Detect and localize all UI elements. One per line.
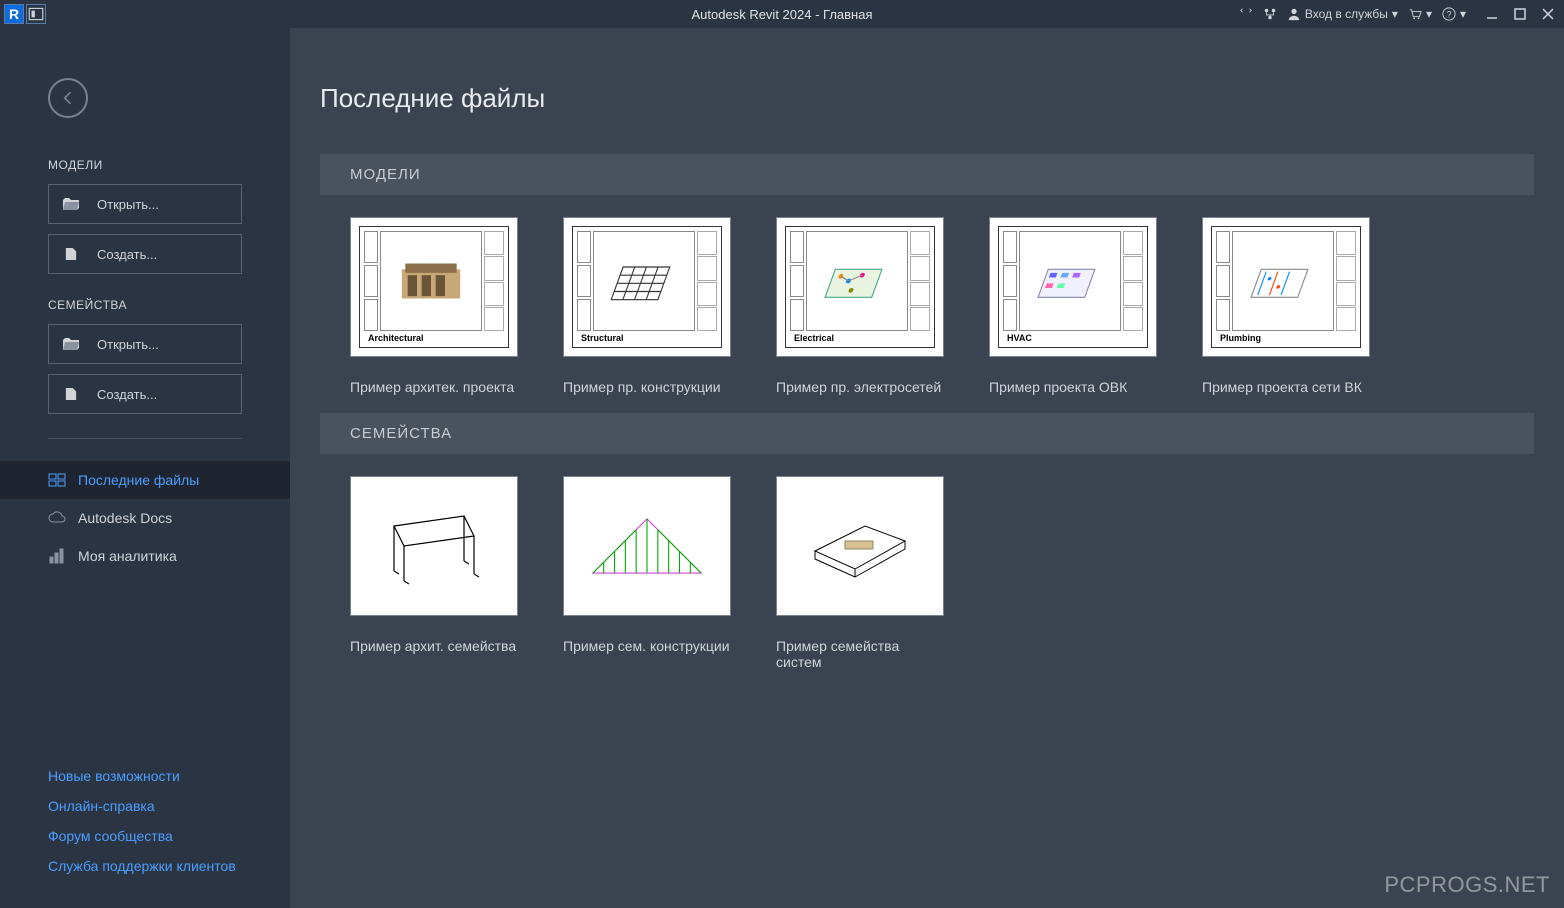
document-icon [63, 248, 79, 260]
help-icon[interactable]: ? ▾ [1442, 7, 1466, 21]
signin-label: Вход в службы [1305, 7, 1388, 21]
minimize-button[interactable] [1484, 6, 1500, 22]
cloud-icon [48, 509, 66, 527]
nav-autodesk-docs[interactable]: Autodesk Docs [0, 499, 290, 537]
open-family-label: Открыть... [97, 337, 159, 352]
back-button[interactable] [48, 78, 88, 118]
family-card[interactable]: Пример архит. семейства [350, 476, 518, 670]
models-heading: МОДЕЛИ [48, 158, 290, 172]
document-icon [63, 388, 79, 400]
section-header-models: МОДЕЛИ [320, 154, 1534, 195]
model-card[interactable]: Structural Пример пр. конструкции [563, 217, 731, 395]
link-community-forum[interactable]: Форум сообщества [48, 828, 290, 844]
card-label: Пример архит. семейства [350, 638, 518, 654]
svg-text:?: ? [1447, 10, 1452, 20]
card-label: Пример архитек. проекта [350, 379, 518, 395]
nav-arrows-icon[interactable] [1239, 7, 1253, 21]
thumbnail [563, 476, 731, 616]
thumbnail: HVAC [989, 217, 1157, 357]
worksharing-icon[interactable] [1263, 7, 1277, 21]
sidebar: МОДЕЛИ Открыть... Создать... СЕМЕЙСТВА О… [0, 28, 290, 908]
family-card[interactable]: Пример сем. конструкции [563, 476, 731, 670]
home-toggle-icon[interactable] [26, 4, 46, 24]
create-model-button[interactable]: Создать... [48, 234, 242, 274]
close-button[interactable] [1540, 6, 1556, 22]
recent-files-icon [48, 471, 66, 489]
model-card[interactable]: Plumbing Пример проекта сети ВК [1202, 217, 1370, 395]
bottom-links: Новые возможности Онлайн-справка Форум с… [0, 768, 290, 888]
page-title: Последние файлы [320, 83, 1534, 114]
create-family-button[interactable]: Создать... [48, 374, 242, 414]
thumbnail: Plumbing [1202, 217, 1370, 357]
thumbnail [776, 476, 944, 616]
chevron-down-icon: ▾ [1392, 7, 1398, 21]
signin-button[interactable]: Вход в службы ▾ [1287, 7, 1398, 21]
model-card[interactable]: Architectural Пример архитек. проекта [350, 217, 518, 395]
thumbnail: Structural [563, 217, 731, 357]
families-heading: СЕМЕЙСТВА [48, 298, 290, 312]
link-support[interactable]: Служба поддержки клиентов [48, 858, 290, 874]
card-label: Пример пр. конструкции [563, 379, 731, 395]
thumbnail: Electrical [776, 217, 944, 357]
create-family-label: Создать... [97, 387, 157, 402]
link-online-help[interactable]: Онлайн-справка [48, 798, 290, 814]
card-label: Пример сем. конструкции [563, 638, 731, 654]
families-row: Пример архит. семейства Пример сем. конс… [320, 476, 1534, 670]
window-title: Autodesk Revit 2024 - Главная [692, 7, 873, 22]
nav-my-analytics[interactable]: Моя аналитика [0, 537, 290, 575]
card-label: Пример пр. электросетей [776, 379, 944, 395]
folder-open-icon [63, 198, 79, 210]
divider [48, 438, 242, 439]
cart-icon[interactable]: ▾ [1408, 7, 1432, 21]
thumbnail [350, 476, 518, 616]
create-model-label: Создать... [97, 247, 157, 262]
maximize-button[interactable] [1512, 6, 1528, 22]
titlebar: R Autodesk Revit 2024 - Главная Вход в с… [0, 0, 1564, 28]
model-card[interactable]: HVAC Пример проекта ОВК [989, 217, 1157, 395]
model-card[interactable]: Electrical Пример пр. электросетей [776, 217, 944, 395]
content-area: Последние файлы МОДЕЛИ Architectural При… [290, 28, 1564, 908]
nav-recent-label: Последние файлы [78, 472, 199, 488]
folder-open-icon [63, 338, 79, 350]
open-model-label: Открыть... [97, 197, 159, 212]
models-row: Architectural Пример архитек. проекта St… [320, 217, 1534, 395]
chevron-down-icon: ▾ [1426, 7, 1432, 21]
app-icon[interactable]: R [4, 4, 24, 24]
card-label: Пример семейства систем [776, 638, 944, 670]
family-card[interactable]: Пример семейства систем [776, 476, 944, 670]
card-label: Пример проекта ОВК [989, 379, 1157, 395]
chevron-down-icon: ▾ [1460, 7, 1466, 21]
chart-icon [48, 547, 66, 565]
nav-docs-label: Autodesk Docs [78, 510, 172, 526]
open-model-button[interactable]: Открыть... [48, 184, 242, 224]
section-header-families: СЕМЕЙСТВА [320, 413, 1534, 454]
thumbnail: Architectural [350, 217, 518, 357]
open-family-button[interactable]: Открыть... [48, 324, 242, 364]
nav-recent-files[interactable]: Последние файлы [0, 461, 290, 499]
link-whats-new[interactable]: Новые возможности [48, 768, 290, 784]
card-label: Пример проекта сети ВК [1202, 379, 1370, 395]
nav-analytics-label: Моя аналитика [78, 548, 177, 564]
